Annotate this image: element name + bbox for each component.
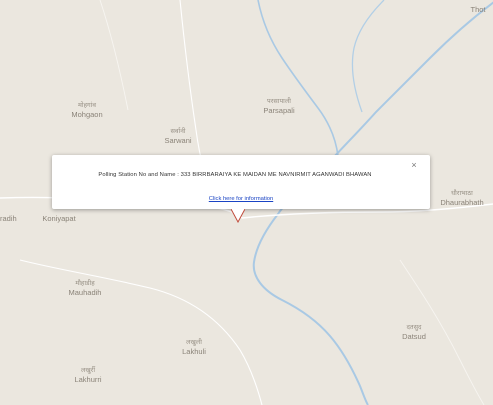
polling-station-infowindow: × Polling Station No and Name : 333 BIRR…: [52, 155, 430, 209]
place-label-west: radih: [0, 214, 17, 223]
place-label-koniyapat: Koniyapat: [42, 214, 76, 223]
place-label-lakhuli: लखुली Lakhuli: [182, 339, 206, 356]
road: [99, 0, 129, 111]
polling-station-text: Polling Station No and Name : 333 BIRRBA…: [98, 172, 372, 178]
river: [257, 0, 339, 157]
place-label-parsapali: परसापाली Parsapali: [263, 98, 295, 115]
close-icon[interactable]: ×: [409, 160, 419, 170]
place-label-mohgaon: मोहगांव Mohgaon: [71, 102, 103, 119]
place-label-mauhadih: मौहाडीह Mauhadih: [68, 280, 102, 297]
place-label-thot: Thot: [470, 5, 486, 14]
map-pin-icon[interactable]: [231, 209, 245, 223]
place-label-datsud: दतसुद Datsud: [402, 324, 426, 341]
map-canvas[interactable]: मोहगांव Mohgaon सर्वानी Sarwani परसापाली Pa…: [0, 0, 493, 405]
river: [351, 0, 385, 113]
place-label-sarwani: सर्वानी Sarwani: [164, 128, 192, 145]
place-label-dhaurabhath: धौराभाठा Dhaurabhath: [440, 190, 484, 207]
information-link[interactable]: Click here for information: [52, 196, 430, 202]
place-label-lakhurri: लखुर्री Lakhurri: [74, 367, 102, 384]
